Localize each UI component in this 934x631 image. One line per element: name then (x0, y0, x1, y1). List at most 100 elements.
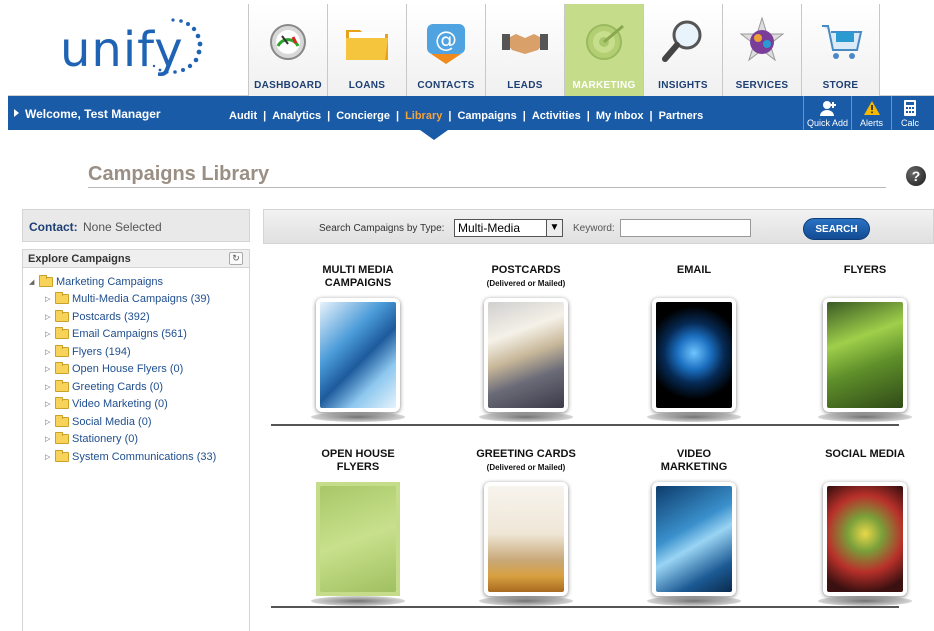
card-title: SOCIAL MEDIA (825, 448, 905, 460)
tree-item[interactable]: ▷ Flyers (194) (29, 343, 216, 361)
card-title: POSTCARDS (Delivered or Mailed) (451, 264, 601, 290)
welcome-message[interactable]: Welcome, Test Manager (14, 107, 161, 121)
campaign-card-email[interactable]: EMAIL (619, 264, 769, 434)
subnav-campaigns[interactable]: Campaigns (457, 110, 516, 122)
subnav-concierge[interactable]: Concierge (336, 110, 390, 122)
tool-quick-add[interactable]: Quick Add (803, 96, 851, 130)
tree-item[interactable]: ▷ Open House Flyers (0) (29, 361, 216, 379)
campaign-type-select[interactable]: Multi-Media ▼ (454, 219, 563, 237)
card-shadow (311, 412, 405, 422)
tree-label: Flyers (194) (72, 345, 131, 358)
nav-label: LEADS (507, 80, 543, 91)
tree-label: System Communications (33) (72, 450, 217, 463)
subnav-analytics[interactable]: Analytics (272, 110, 321, 122)
tree-item[interactable]: ▷ Postcards (392) (29, 308, 216, 326)
tool-label: Quick Add (806, 118, 849, 128)
card-thumbnail[interactable] (316, 482, 400, 596)
subnav-partners[interactable]: Partners (659, 110, 704, 122)
tool-label: Calc (900, 118, 919, 128)
card-thumbnail[interactable] (484, 298, 568, 412)
campaign-card-social[interactable]: SOCIAL MEDIA (790, 448, 934, 618)
tree-item[interactable]: ▷ Stationery (0) (29, 431, 216, 449)
nav-label: CONTACTS (417, 80, 475, 91)
tree-label: Video Marketing (0) (72, 398, 168, 411)
expand-arrow-icon[interactable]: ▷ (45, 295, 55, 303)
campaign-card-postcards[interactable]: POSTCARDS (Delivered or Mailed) (451, 264, 601, 434)
expand-arrow-icon[interactable]: ▷ (45, 365, 55, 373)
tree-label: Multi-Media Campaigns (39) (72, 293, 211, 306)
tool-alerts[interactable]: Alerts (851, 96, 891, 130)
tree-item[interactable]: ▷ Email Campaigns (561) (29, 326, 216, 344)
tree-label: Email Campaigns (561) (72, 328, 187, 341)
folder-icon (55, 432, 69, 445)
card-thumbnail[interactable] (484, 482, 568, 596)
expand-arrow-icon[interactable]: ▷ (45, 418, 55, 426)
nav-label: DASHBOARD (254, 80, 322, 91)
folder-icon (55, 309, 69, 322)
card-thumbnail[interactable] (823, 298, 907, 412)
expand-arrow-icon[interactable]: ▷ (45, 453, 55, 461)
card-title: OPEN HOUSE FLYERS (321, 448, 395, 473)
welcome-text: Welcome, Test Manager (25, 107, 161, 121)
expand-arrow-icon[interactable]: ▷ (45, 435, 55, 443)
subnav-activities[interactable]: Activities (532, 110, 581, 122)
card-thumbnail[interactable] (823, 482, 907, 596)
title-divider (88, 187, 886, 188)
keyword-input[interactable] (620, 219, 751, 237)
contact-value: None Selected (83, 220, 162, 234)
card-thumbnail[interactable] (652, 482, 736, 596)
subnav-audit[interactable]: Audit (229, 110, 257, 122)
subnav-library[interactable]: Library (405, 110, 442, 122)
expand-arrow-icon[interactable]: ▷ (45, 313, 55, 321)
expand-arrow-icon[interactable]: ▷ (45, 330, 55, 338)
campaign-card-multimedia[interactable]: MULTI MEDIA CAMPAIGNS (283, 264, 433, 434)
unify-logo[interactable]: unify (8, 4, 248, 96)
chevron-down-icon[interactable]: ▼ (546, 220, 562, 236)
nav-item-contacts[interactable]: @ CONTACTS (406, 4, 485, 96)
flyers-image (827, 302, 903, 408)
campaign-type-value: Multi-Media (458, 221, 521, 235)
help-icon[interactable]: ? (906, 166, 926, 186)
tree-item[interactable]: ▷ Video Marketing (0) (29, 396, 216, 414)
refresh-icon[interactable]: ↻ (229, 252, 243, 265)
card-thumbnail[interactable] (652, 298, 736, 412)
tree-item[interactable]: ▷ Multi-Media Campaigns (39) (29, 291, 216, 309)
card-subtitle: (Delivered or Mailed) (486, 279, 566, 288)
campaign-card-video[interactable]: VIDEO MARKETING (619, 448, 769, 618)
tree-item[interactable]: ▷ Social Media (0) (29, 413, 216, 431)
expand-triangle-icon (14, 109, 19, 117)
expand-arrow-icon[interactable]: ▷ (45, 348, 55, 356)
tool-calc[interactable]: Calc (891, 96, 928, 130)
explore-header: Explore Campaigns ↻ (23, 250, 249, 268)
subnav-separator: | (327, 110, 331, 122)
nav-item-store[interactable]: STORE (801, 4, 880, 96)
email-image (656, 302, 732, 408)
card-thumbnail[interactable] (316, 298, 400, 412)
tree-root-marketing-campaigns[interactable]: ◢ Marketing Campaigns (29, 273, 216, 291)
folder-icon (55, 397, 69, 410)
email-contact-icon: @ (423, 16, 469, 68)
nav-item-insights[interactable]: INSIGHTS (643, 4, 722, 96)
nav-item-loans[interactable]: LOANS (327, 4, 406, 96)
folder-icon (55, 344, 69, 357)
expand-arrow-icon[interactable]: ▷ (45, 400, 55, 408)
main-nav: DASHBOARD LOANS @ CONTACTS LEADS MARKETING INS… (248, 4, 880, 96)
search-button[interactable]: SEARCH (803, 218, 870, 240)
campaign-card-flyers[interactable]: FLYERS (790, 264, 934, 434)
card-shadow (818, 596, 912, 606)
tree-item[interactable]: ▷ System Communications (33) (29, 448, 216, 466)
explore-campaigns-panel: Explore Campaigns ↻ ◢ Marketing Campaigns… (22, 249, 250, 631)
cart-icon (818, 16, 864, 68)
expand-arrow-icon[interactable]: ▷ (45, 383, 55, 391)
nav-item-leads[interactable]: LEADS (485, 4, 564, 96)
collapse-arrow-icon[interactable]: ◢ (29, 278, 39, 286)
tree-item[interactable]: ▷ Greeting Cards (0) (29, 378, 216, 396)
nav-label: STORE (822, 80, 859, 91)
nav-label: INSIGHTS (658, 80, 708, 91)
campaign-card-greeting[interactable]: GREETING CARDS (Delivered or Mailed) (451, 448, 601, 618)
subnav-my-inbox[interactable]: My Inbox (596, 110, 644, 122)
nav-item-dashboard[interactable]: DASHBOARD (248, 4, 327, 96)
nav-item-services[interactable]: SERVICES (722, 4, 801, 96)
campaign-card-openhouse[interactable]: OPEN HOUSE FLYERS (283, 448, 433, 618)
nav-item-marketing[interactable]: MARKETING (564, 4, 643, 96)
